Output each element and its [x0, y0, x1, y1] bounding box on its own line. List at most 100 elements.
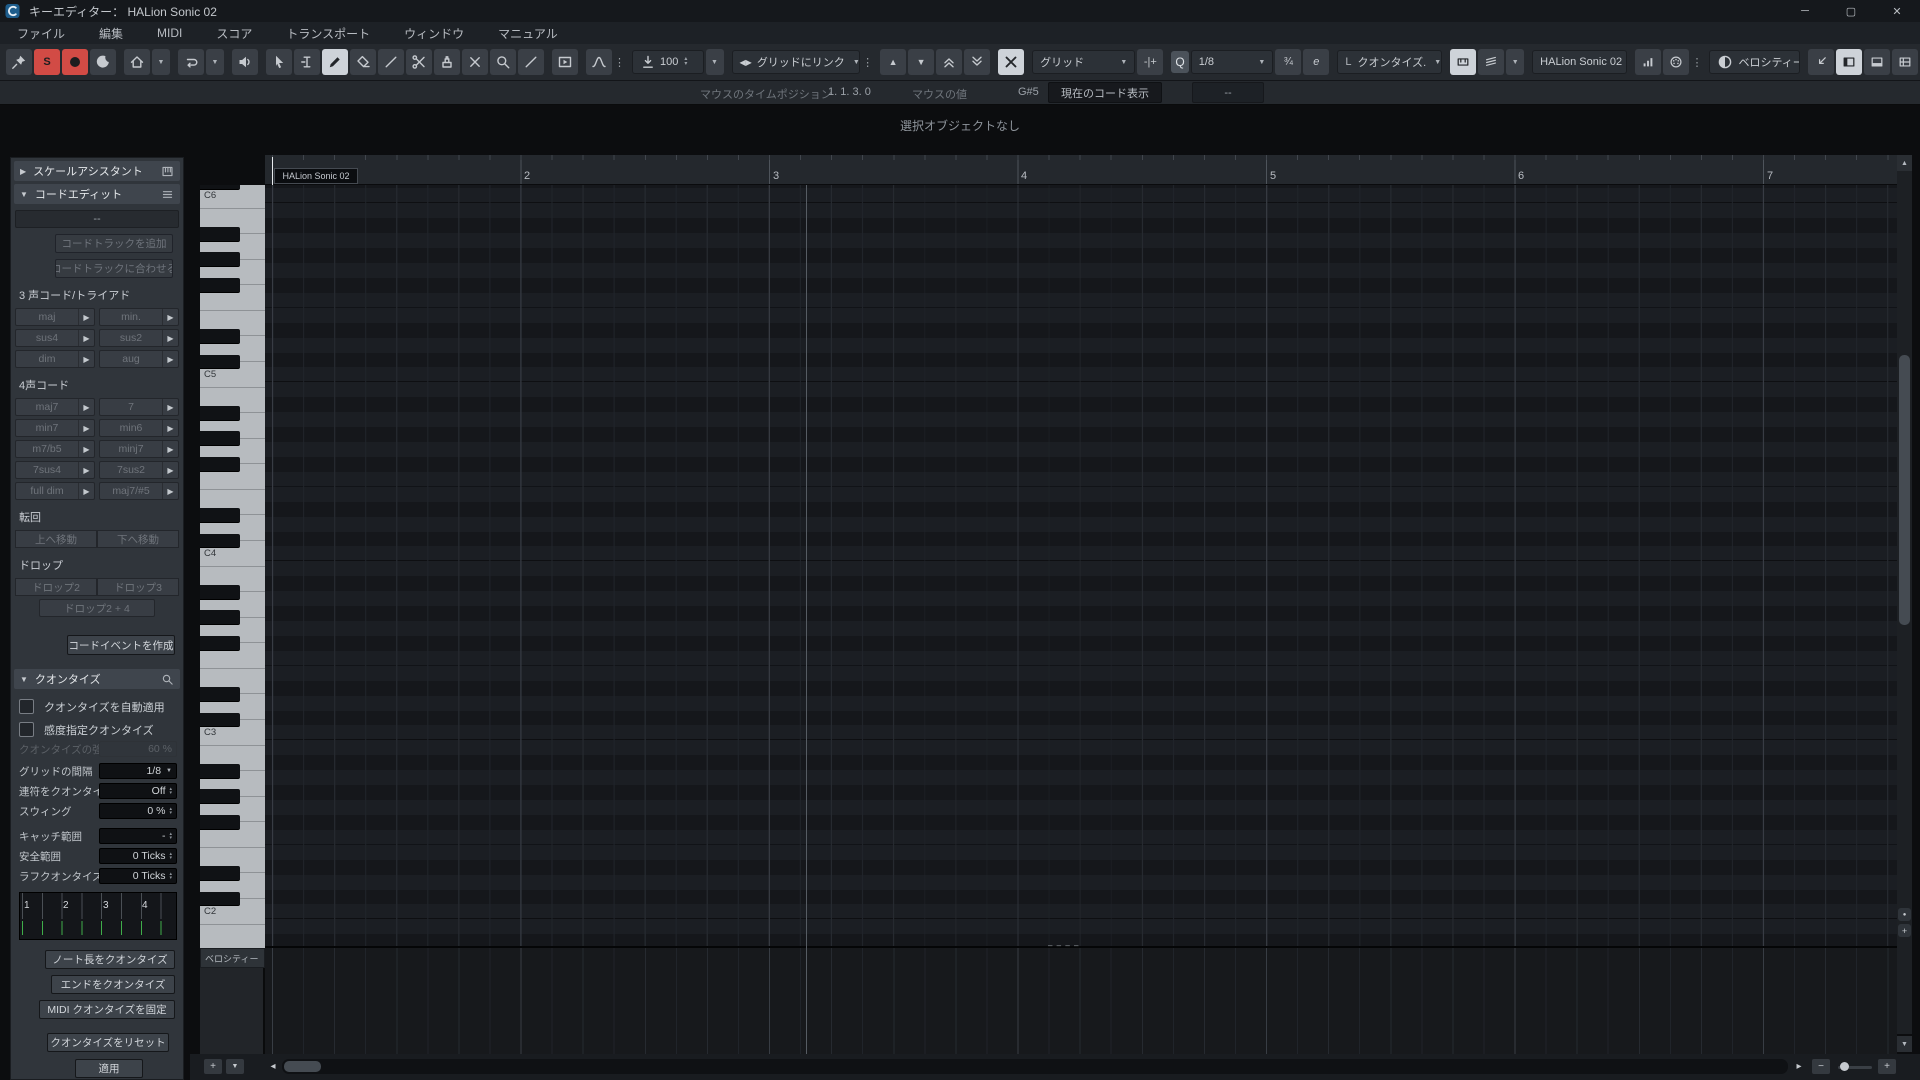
nudge-more-down-button[interactable] — [964, 49, 991, 75]
independent-loop-dropdown[interactable]: ▼ — [206, 49, 224, 75]
minimize-button[interactable]: ─ — [1782, 0, 1828, 22]
auto-scroll-button[interactable] — [552, 49, 578, 75]
zoom-out-button[interactable]: − — [1812, 1059, 1830, 1074]
menu-midi[interactable]: MIDI — [140, 22, 199, 44]
zoom-preset-plus-button[interactable]: + — [1898, 924, 1911, 937]
section-quantize[interactable]: ▼ クオンタイズ — [14, 669, 180, 689]
edit-active-part-button[interactable] — [1478, 49, 1505, 75]
select-tool-button[interactable] — [266, 49, 292, 75]
auto-apply-checkbox[interactable] — [19, 699, 34, 714]
erase-tool-button[interactable] — [350, 49, 376, 75]
piano-key-black[interactable] — [200, 686, 240, 702]
left-zone-toggle-icon[interactable] — [1836, 49, 1862, 75]
add-controller-lane-button[interactable]: + — [204, 1059, 222, 1074]
piano-key-black[interactable] — [200, 635, 240, 651]
piano-key-black[interactable] — [200, 277, 240, 293]
menu-manual[interactable]: マニュアル — [481, 22, 575, 44]
part-name-tag[interactable]: HALion Sonic 02 — [274, 168, 358, 184]
piano-key-black[interactable] — [200, 252, 240, 268]
chord-button-7[interactable]: 7 ▶ — [99, 398, 179, 416]
drop24-button[interactable]: ドロップ2 + 4 — [39, 599, 155, 617]
solo-editor-button[interactable]: S — [34, 49, 60, 75]
chord-button-minj7[interactable]: minj7 ▶ — [99, 440, 179, 458]
midi-more-icon[interactable]: ⋮ — [1691, 56, 1702, 69]
nudge-down-button[interactable]: ▼ — [908, 49, 935, 75]
quantize-panel-button[interactable]: e — [1303, 49, 1330, 75]
show-part-borders-button[interactable] — [1450, 49, 1477, 75]
pin-icon[interactable] — [6, 49, 32, 75]
record-in-editor-button[interactable] — [62, 49, 88, 75]
freeze-quantize-button[interactable]: MIDI クオンタイズを固定 — [39, 1000, 175, 1019]
lower-zone-toggle-icon[interactable] — [1864, 49, 1890, 75]
insert-velocity-spinner[interactable]: ▴ ▾ — [684, 56, 687, 67]
more-options-icon[interactable]: ⋮ — [614, 56, 625, 69]
menu-window[interactable]: ウィンドウ — [387, 22, 481, 44]
piano-key-black[interactable] — [200, 584, 240, 600]
piano-key-black[interactable] — [200, 405, 240, 421]
add-chord-track-button[interactable]: コードトラックを追加 — [55, 234, 173, 253]
length-quantize-dropdown[interactable]: L クオンタイズ. ▼ — [1337, 50, 1443, 74]
quantize-preset-dropdown[interactable]: 1/8 ▼ — [1190, 50, 1274, 74]
controller-lane-presets-button[interactable]: ▼ — [226, 1059, 244, 1074]
scroll-up-button[interactable]: ▲ — [1897, 155, 1912, 171]
chord-button-min7[interactable]: min7 ▶ — [15, 419, 95, 437]
piano-key-black[interactable] — [200, 891, 240, 907]
quantize-badge[interactable]: Q — [1171, 51, 1189, 73]
safe-range-field[interactable]: 0 Ticks ▴ ▾ — [99, 848, 177, 864]
insert-velocity-box[interactable]: 100 ▴ ▾ — [632, 50, 704, 74]
horizontal-scrollbar-thumb[interactable] — [284, 1061, 321, 1072]
rough-quantize-field[interactable]: 0 Ticks ▴ ▾ — [99, 868, 177, 884]
chord-button-maj[interactable]: maj ▶ — [15, 308, 95, 326]
zoom-in-button[interactable]: + — [1878, 1059, 1896, 1074]
piano-key-white[interactable] — [200, 924, 265, 948]
midi-input-icon[interactable] — [1663, 49, 1690, 75]
piano-key-black[interactable] — [200, 763, 240, 779]
tuplet-field[interactable]: Off ▴ ▾ — [99, 783, 177, 799]
scroll-down-button[interactable]: ▼ — [1897, 1036, 1912, 1052]
move-down-button[interactable]: 下へ移動 — [97, 530, 179, 548]
independent-loop-icon[interactable] — [178, 49, 204, 75]
chord-button-7sus4[interactable]: 7sus4 ▶ — [15, 461, 95, 479]
event-colors-dropdown[interactable]: ベロシティー — [1709, 50, 1800, 74]
piano-key-black[interactable] — [200, 533, 240, 549]
match-chord-track-button[interactable]: コードトラックに合わせる — [55, 259, 173, 278]
nudge-more-up-button[interactable] — [936, 49, 963, 75]
piano-key-black[interactable] — [200, 814, 240, 830]
retrospective-record-icon[interactable] — [90, 49, 116, 75]
velocity-lane[interactable] — [265, 948, 1897, 1054]
part-select-dropdown[interactable]: HALion Sonic 02▼ — [1532, 50, 1628, 74]
grid-plusminus-button[interactable]: -|+ — [1137, 49, 1164, 75]
section-scale-assistant[interactable]: ▶ スケールアシスタント — [14, 161, 180, 181]
scroll-left-button[interactable]: ◂ — [266, 1059, 280, 1074]
piano-keyboard[interactable]: C6 C5 C4 C3 C2 — [200, 185, 267, 948]
create-chord-event-button[interactable]: コードイベントを作成 — [67, 635, 175, 655]
menu-edit[interactable]: 編集 — [82, 22, 140, 44]
piano-key-black[interactable] — [200, 712, 240, 728]
catch-range-field[interactable]: - ▴ ▾ — [99, 828, 177, 844]
draw-tool-button[interactable] — [322, 49, 348, 75]
split-tool-button[interactable] — [406, 49, 432, 75]
iq-checkbox[interactable] — [19, 722, 34, 737]
reset-quantize-button[interactable]: クオンタイズをリセット — [47, 1033, 169, 1052]
window-layout-setup-icon[interactable] — [1892, 49, 1918, 75]
piano-key-black[interactable] — [200, 865, 240, 881]
chord-button-m7b5[interactable]: m7/b5 ▶ — [15, 440, 95, 458]
chord-button-sus4[interactable]: sus4 ▶ — [15, 329, 95, 347]
timeline-ruler[interactable]: 2 3 4 5 6 7 — [265, 155, 1897, 185]
chord-button-fulldim[interactable]: full dim ▶ — [15, 482, 95, 500]
move-up-button[interactable]: 上へ移動 — [15, 530, 97, 548]
menu-file[interactable]: ファイル — [0, 22, 82, 44]
zoom-preset-dot-button[interactable]: ● — [1898, 908, 1911, 921]
part-mode-dropdown[interactable]: ▼ — [1506, 49, 1525, 75]
snap-type-dropdown[interactable]: グリッド ▼ — [1032, 50, 1136, 74]
insert-velocity-dropdown[interactable]: ▼ — [705, 49, 724, 75]
piano-key-black[interactable] — [200, 456, 240, 472]
piano-key-black[interactable] — [200, 328, 240, 344]
mute-tool-button[interactable] — [462, 49, 488, 75]
insert-velocity-value[interactable]: 100 — [660, 56, 678, 68]
snap-toggle-button[interactable] — [998, 49, 1025, 75]
open-in-lower-zone-icon[interactable] — [1808, 49, 1834, 75]
iterative-quantize-button[interactable]: ¾ — [1275, 49, 1302, 75]
chord-button-aug[interactable]: aug ▶ — [99, 350, 179, 368]
drop3-button[interactable]: ドロップ3 — [97, 578, 179, 596]
